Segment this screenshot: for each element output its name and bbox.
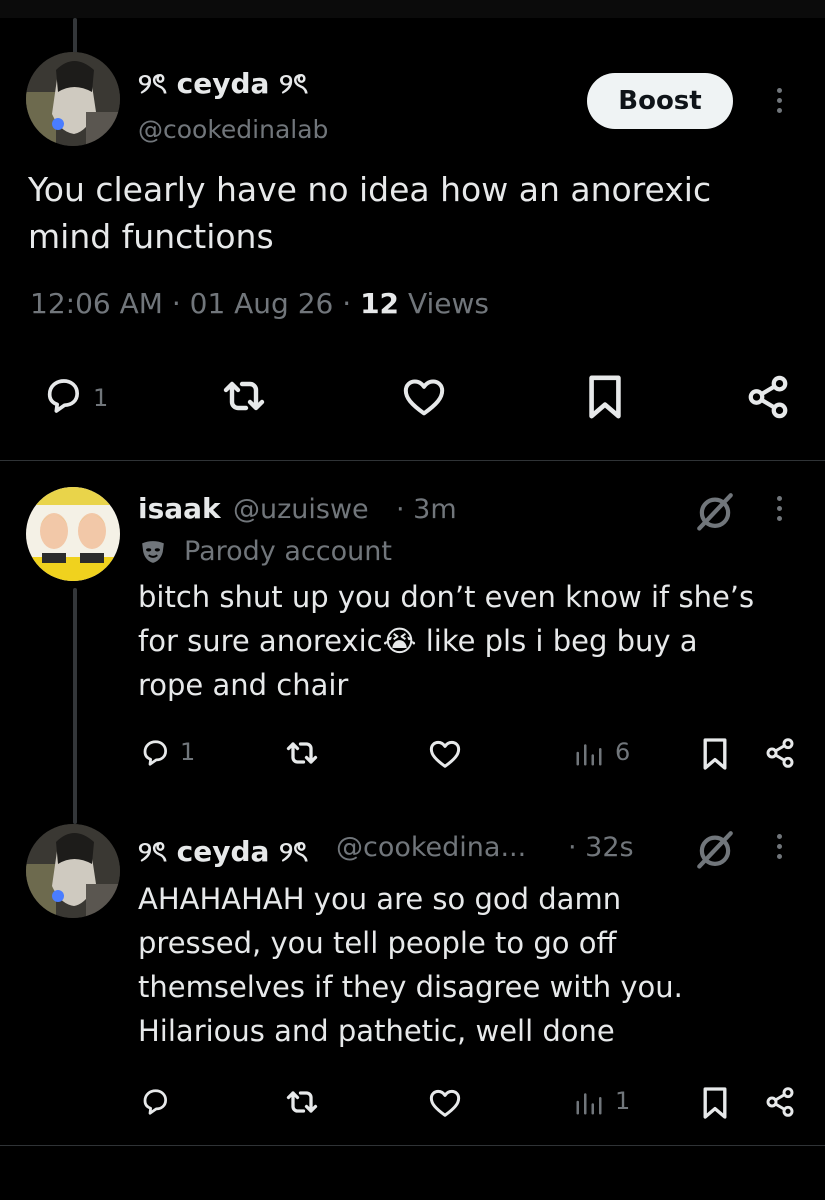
grok-icon[interactable] — [693, 828, 737, 870]
divider-1 — [0, 460, 825, 461]
reply-icon[interactable] — [40, 376, 86, 416]
reply1-text-line-2: for sure anorexic😭 like pls i beg buy a — [138, 624, 698, 658]
repost-icon[interactable] — [284, 1087, 320, 1117]
more-icon[interactable] — [769, 88, 789, 113]
grok-icon[interactable] — [693, 490, 737, 532]
mask-icon — [142, 541, 164, 563]
share-icon[interactable] — [764, 1086, 796, 1118]
reply1-text-line-3: rope and chair — [138, 668, 349, 702]
reply1-age-value: 3m — [413, 494, 457, 525]
post-timestamp: 12:06 AM · 01 Aug 26 · 12 Views — [30, 287, 489, 320]
avatar-isaak[interactable] — [26, 487, 120, 581]
author-name[interactable]: ୨ৎ ceyda ୨ৎ — [138, 62, 308, 109]
reply1-views-count: 6 — [615, 738, 631, 766]
author-handle[interactable]: @cookedinalab — [138, 115, 328, 144]
bookmark-icon[interactable] — [701, 737, 729, 771]
divider-2 — [0, 1145, 825, 1146]
post-time[interactable]: 12:06 AM — [30, 287, 163, 320]
bookmark-icon[interactable] — [701, 1086, 729, 1120]
reply1-handle[interactable]: @uzuiswe — [233, 494, 369, 525]
reply2-age-value: 32s — [585, 832, 634, 863]
post-text-line-1: You clearly have no idea how an anorexic — [28, 170, 712, 209]
reply2-text-line-3: themselves if they disagree with you. — [138, 970, 683, 1004]
reply2-text-line-1: AHAHAHAH you are so god damn — [138, 882, 622, 916]
boost-button[interactable]: Boost — [587, 73, 733, 129]
meta-dot: · — [171, 287, 190, 320]
meta-dot: · — [396, 494, 414, 525]
parody-badge: Parody account — [184, 536, 392, 567]
reply-icon[interactable] — [138, 1087, 172, 1117]
like-icon[interactable] — [428, 1088, 462, 1118]
reply2-age: · 32s — [568, 832, 634, 863]
reply-icon[interactable] — [138, 738, 172, 768]
reply2-text-line-2: pressed, you tell people to go off — [138, 926, 617, 960]
reply2-text-line-4: Hilarious and pathetic, well done — [138, 1014, 615, 1048]
views-icon[interactable] — [574, 1087, 604, 1117]
repost-icon[interactable] — [220, 376, 268, 416]
reply1-more-icon[interactable] — [769, 496, 789, 521]
reply2-views-count: 1 — [615, 1087, 631, 1115]
views-label: Views — [407, 287, 489, 320]
reply1-text-line-1: bitch shut up you don’t even know if she… — [138, 580, 755, 614]
like-icon[interactable] — [401, 377, 447, 417]
avatar-ceyda-2[interactable] — [26, 824, 120, 918]
meta-dot: · — [568, 832, 586, 863]
reply2-handle[interactable]: @cookedina... — [336, 832, 526, 863]
reply1-age: · 3m — [396, 494, 457, 525]
repost-icon[interactable] — [284, 738, 320, 768]
reply2-author-name[interactable]: ୨ৎ ceyda ୨ৎ — [138, 830, 308, 877]
views-count: 12 — [360, 287, 400, 320]
post-text-line-2: mind functions — [28, 217, 274, 256]
reply1-author-name[interactable]: isaak — [138, 492, 221, 525]
post-date[interactable]: 01 Aug 26 — [190, 287, 334, 320]
thread-line-top — [73, 18, 77, 56]
bookmark-icon[interactable] — [585, 374, 625, 420]
reply2-more-icon[interactable] — [769, 834, 789, 859]
share-icon[interactable] — [745, 374, 791, 420]
like-icon[interactable] — [428, 739, 462, 769]
top-bar — [0, 0, 825, 18]
views-icon[interactable] — [574, 738, 604, 768]
avatar-ceyda[interactable] — [26, 52, 120, 146]
thread-line-reply — [73, 588, 77, 824]
reply-count: 1 — [93, 384, 109, 412]
share-icon[interactable] — [764, 737, 796, 769]
reply1-reply-count: 1 — [180, 738, 196, 766]
meta-dot: · — [342, 287, 361, 320]
